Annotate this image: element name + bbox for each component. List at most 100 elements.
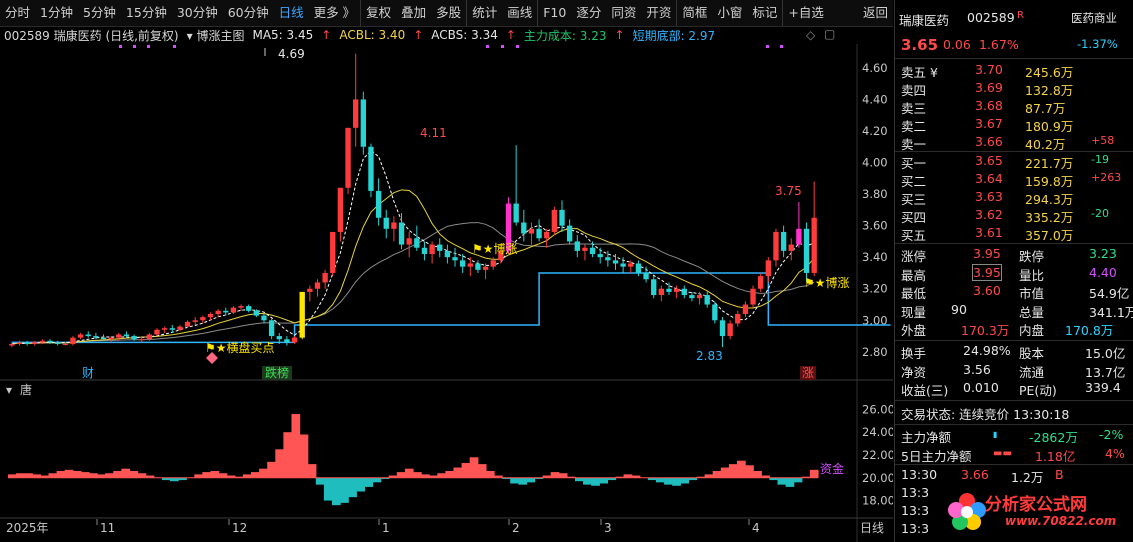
panel-row: 主力净额 ▮ -2862万 -2% (895, 427, 1133, 445)
candle-body (253, 310, 260, 316)
osc-bar (194, 474, 203, 478)
sells-price: 3.67 (975, 116, 1003, 131)
osc-bar (267, 461, 276, 478)
flower-logo-icon (948, 493, 986, 530)
candle-body (696, 295, 703, 299)
price-tick-label: 3.40 (862, 250, 888, 264)
candle-body (620, 263, 626, 267)
panel-divider (895, 424, 1133, 425)
toolbar-item-12[interactable]: 画线 (502, 0, 537, 26)
toolbar-item-9[interactable]: 叠加 (396, 0, 431, 26)
toolbar-item-19[interactable]: 标记 (747, 0, 782, 26)
stat2-label-2: 股本 (1019, 346, 1045, 361)
date-tick-label: 日线 (860, 521, 884, 535)
candle-body (116, 334, 122, 338)
osc-title: 唐 (20, 382, 32, 397)
tag-zhang: 涨 (802, 365, 814, 380)
buys-price: 3.63 (975, 189, 1003, 204)
candle-body (108, 337, 114, 340)
candle-body (391, 222, 397, 229)
osc-bar (712, 470, 722, 478)
candle-body (651, 279, 657, 296)
sells-label: 卖三 (901, 101, 927, 116)
date-tick-label: 2025年 (6, 521, 49, 535)
toolbar-item-16[interactable]: 开资 (641, 0, 676, 26)
panel-row: 换手 24.98% 股本 15.0亿 (895, 343, 1133, 361)
stat-value: 3.60 (973, 283, 1001, 298)
low-label: 2.83 (696, 349, 723, 363)
osc-bar (32, 474, 41, 478)
buys-price: 3.61 (975, 225, 1003, 240)
collapse-icon[interactable]: ◇ (806, 28, 815, 42)
candle-body (643, 272, 649, 280)
candle-body (398, 222, 405, 245)
panel-row: 卖五 ¥ 3.70 245.6万 (895, 62, 1133, 80)
indicator-legend: 002589 瑞康医药 (日线,前复权) ▾ 博涨主图 MA5: 3.45 ↑ A… (4, 27, 874, 43)
toolbar-item-11[interactable]: 统计 (466, 0, 502, 26)
osc-bar (170, 477, 179, 482)
toolbar-item-17[interactable]: 简框 (676, 0, 712, 26)
candle-body (360, 99, 367, 147)
toolbar-item-5[interactable]: 60分钟 (223, 0, 274, 26)
candle-body (161, 328, 168, 330)
toolbar-item-14[interactable]: 逐分 (571, 0, 606, 26)
stock-code: 002589 (967, 10, 1015, 25)
toolbar-item-1[interactable]: 1分钟 (35, 0, 78, 26)
stat-value: 90 (951, 301, 967, 317)
osc-bar (485, 470, 495, 478)
toolbar-item-7[interactable]: 更多 》 (309, 0, 360, 26)
stat-label: 涨停 (901, 249, 927, 264)
arrow-up-icon: ↑ (413, 28, 424, 42)
osc-bar (396, 472, 406, 478)
osc-bar (591, 477, 600, 486)
panel-row: 买一 3.65 221.7万 -19 (895, 153, 1133, 171)
candle-body (750, 288, 756, 305)
toolbar-item-8[interactable]: 复权 (360, 0, 396, 26)
buys-price: 3.65 (975, 153, 1003, 168)
candle-body (574, 241, 580, 251)
panel-row: 涨停 3.95 跌停 3.23 (895, 246, 1133, 264)
osc-bar (64, 469, 74, 478)
candle-body (32, 342, 38, 344)
toolbar-item-20[interactable]: +自选 (782, 0, 828, 26)
close-icon[interactable]: ▢ (824, 27, 835, 41)
toolbar-item-10[interactable]: 多股 (431, 0, 466, 26)
toolbar-item-18[interactable]: 小窗 (712, 0, 747, 26)
candle-body (314, 282, 321, 289)
toolbar-item-3[interactable]: 15分钟 (121, 0, 172, 26)
toolbar-item-0[interactable]: 分时 (0, 0, 35, 26)
signal-dot (516, 45, 519, 48)
quote-panel: 瑞康医药 002589 R 医药商业 3.65 0.06 1.67% -1.37% 卖五 ¥ 3.… (894, 0, 1133, 542)
osc-bar (745, 465, 754, 478)
signal-dot (133, 45, 136, 48)
osc-bar (275, 449, 284, 478)
osc-bar (445, 470, 455, 478)
sells-price: 3.68 (975, 98, 1003, 113)
candle-body (337, 187, 344, 232)
stock-title: 002589 瑞康医药 (日线,前复权) (4, 28, 179, 43)
toolbar-item-15[interactable]: 同资 (606, 0, 641, 26)
toolbar-item-4[interactable]: 30分钟 (172, 0, 223, 26)
panel-row: 外盘 170.3万 内盘 170.8万 (895, 320, 1133, 338)
candle-body (54, 342, 61, 344)
stat-value: 3.95 (973, 246, 1001, 261)
osc-bar (720, 467, 730, 478)
osc-bar (469, 457, 479, 478)
formula-name[interactable]: ▾ 博涨主图 (187, 27, 245, 44)
osc-bar (583, 477, 592, 485)
signal-dot (766, 45, 769, 48)
signal-dot (173, 45, 176, 48)
osc-bar (364, 477, 374, 487)
osc-tick-label: 26.00 (862, 402, 893, 416)
toolbar-item-2[interactable]: 5分钟 (78, 0, 121, 26)
stat-label: 最高 (901, 267, 927, 283)
watermark-url: www.70822.com (1005, 514, 1117, 528)
kline-chart[interactable]: 4.604.404.204.003.803.603.403.203.002.80… (0, 44, 893, 542)
candle-body (429, 244, 435, 255)
toolbar-item-6[interactable]: 日线 (274, 0, 309, 26)
tick-volume: 1.2万 (1011, 470, 1044, 485)
date-tick-label: 2 (512, 521, 520, 535)
ma5-value: MA5: 3.45 (252, 28, 314, 42)
toolbar-item-13[interactable]: F10 (537, 0, 571, 26)
toolbar-item-21[interactable]: 返回 (858, 0, 893, 26)
